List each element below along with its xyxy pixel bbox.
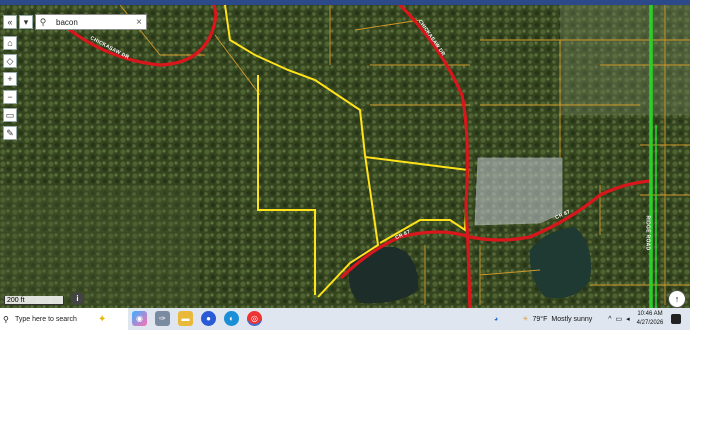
copilot-icon: ◉: [136, 314, 143, 323]
north-arrow-button[interactable]: ↑: [668, 290, 686, 308]
home-icon: ⌂: [7, 38, 13, 48]
search-field[interactable]: ⚲ bacon ×: [35, 14, 147, 30]
taskbar-clock[interactable]: 10:46 AM 4/27/2026: [632, 310, 668, 328]
layer-dropdown-button[interactable]: ▾: [19, 15, 33, 29]
notification-icon[interactable]: [671, 314, 681, 324]
battery-icon[interactable]: ▭: [616, 315, 623, 323]
chevron-up-icon[interactable]: ^: [608, 316, 611, 323]
taskbar-search[interactable]: ⚲ Type here to search ✦: [0, 308, 128, 330]
chrome-button[interactable]: ◎: [247, 311, 262, 326]
taskbar-search-placeholder: Type here to search: [15, 315, 77, 323]
people-icon[interactable]: ◕: [494, 316, 498, 323]
edge-icon: ◐: [229, 314, 234, 323]
sparkle-icon: ✦: [98, 313, 107, 325]
plus-icon: +: [7, 74, 13, 84]
measure-button[interactable]: ▭: [3, 108, 17, 122]
collapse-panel-button[interactable]: «: [3, 15, 17, 29]
scale-bar: 200 ft: [4, 296, 64, 305]
windows-taskbar: ⚲ Type here to search ✦ ◉ ✑ ▬ ● ◐ ◎ ◕ ☀ …: [0, 308, 690, 330]
browser-icon: ●: [206, 314, 211, 323]
pen-app-button[interactable]: ✑: [155, 311, 170, 326]
speaker-icon[interactable]: ◂: [626, 315, 630, 323]
file-explorer-button[interactable]: ▬: [178, 311, 193, 326]
search-input[interactable]: bacon: [50, 18, 132, 27]
map-toolbar: ⌂ ◇ + − ▭ ✎: [3, 36, 17, 140]
draw-button[interactable]: ✎: [3, 126, 17, 140]
diamond-icon: ◇: [6, 55, 14, 66]
weather-icon[interactable]: ☀: [522, 315, 528, 323]
firefox-button[interactable]: ●: [201, 311, 216, 326]
map-imagery: [0, 5, 690, 308]
search-icon: ⚲: [3, 314, 9, 324]
map-search-bar: « ▾ ⚲ bacon ×: [3, 14, 147, 30]
aerial-map[interactable]: CHICKASAW DR CHICKASAW DR RIDGE ROAD CR …: [0, 5, 690, 308]
weather-text[interactable]: Mostly sunny: [551, 316, 592, 323]
copilot-app-button[interactable]: ◉: [132, 311, 147, 326]
ruler-icon: ▭: [5, 109, 15, 120]
system-tray: ◕ ☀ 79°F Mostly sunny ^ ▭ ◂: [494, 308, 630, 330]
chrome-icon: ◎: [251, 314, 258, 323]
double-chevron-left-icon: «: [7, 17, 13, 27]
taskbar-apps: ◉ ✑ ▬ ● ◐ ◎: [132, 311, 262, 326]
clock-time: 10:46 AM: [637, 311, 663, 317]
folder-icon: ▬: [181, 314, 190, 323]
info-button[interactable]: i: [71, 292, 84, 305]
clock-date: 4/27/2026: [636, 320, 664, 326]
locate-button[interactable]: ◇: [3, 54, 17, 68]
pencil-icon: ✎: [6, 127, 14, 138]
clear-search-icon[interactable]: ×: [132, 17, 146, 28]
home-button[interactable]: ⌂: [3, 36, 17, 50]
weather-temp[interactable]: 79°F: [533, 316, 548, 323]
zoom-out-button[interactable]: −: [3, 90, 17, 104]
edge-button[interactable]: ◐: [224, 311, 239, 326]
road-label-3: RIDGE ROAD: [644, 215, 651, 251]
zoom-in-button[interactable]: +: [3, 72, 17, 86]
feather-icon: ✑: [159, 314, 166, 323]
minus-icon: −: [7, 92, 13, 102]
caret-down-icon: ▾: [23, 16, 29, 27]
search-icon: ⚲: [39, 16, 47, 27]
